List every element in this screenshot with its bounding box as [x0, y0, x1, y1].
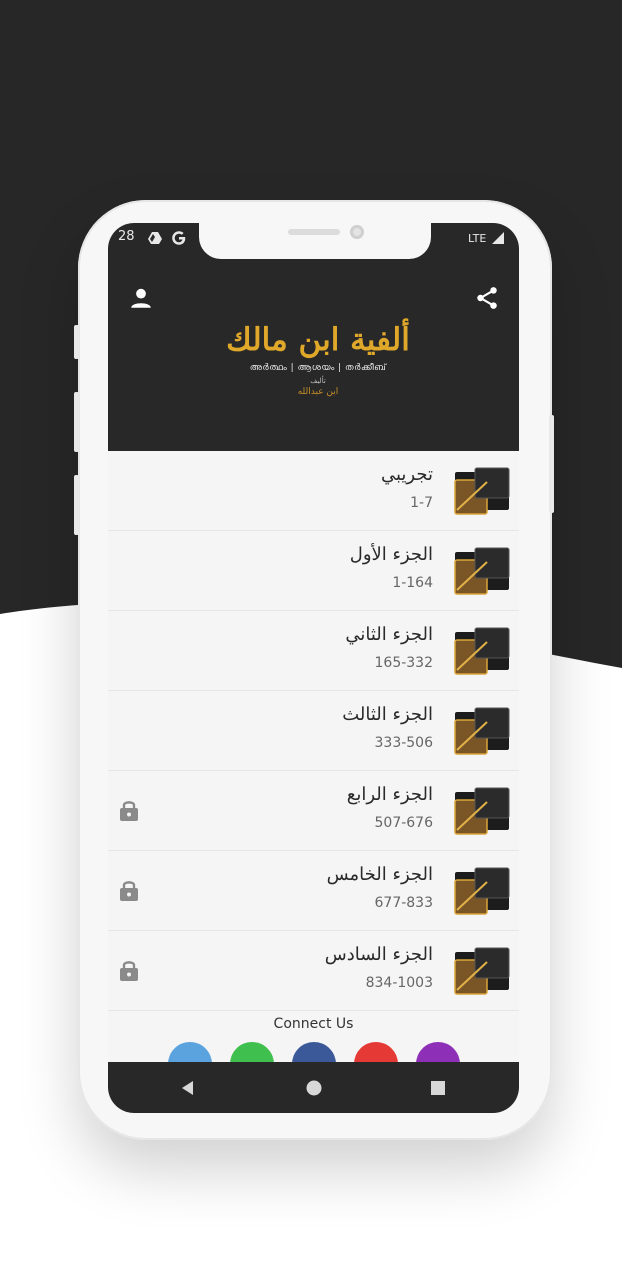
item-title: الجزء السادس — [324, 944, 433, 965]
item-title: تجريبي — [380, 464, 433, 485]
book-cover-image — [454, 707, 510, 755]
book-cover-image — [454, 467, 510, 515]
item-range: 1-164 — [392, 575, 433, 591]
list-item[interactable]: الجزء السادس 834-1003 — [108, 931, 519, 1011]
list-item[interactable]: الجزء الأول 1-164 — [108, 531, 519, 611]
item-range: 677-833 — [374, 895, 434, 911]
app-logo: ألفية ابن مالك അർത്ഥം | ആശയം | തർക്കീബ് … — [218, 321, 418, 421]
back-icon[interactable] — [176, 1076, 200, 1100]
item-title: الجزء الثاني — [345, 624, 433, 645]
phone-side-button — [74, 325, 79, 359]
logo-author: ابن عبدالله — [297, 387, 339, 397]
drive-icon — [148, 232, 162, 244]
item-title: الجزء الخامس — [326, 864, 433, 885]
network-label: LTE — [468, 232, 487, 245]
item-title: الجزء الثالث — [342, 704, 433, 725]
home-icon[interactable] — [302, 1076, 326, 1100]
status-time: 28 — [118, 229, 135, 244]
logo-subtitle: അർത്ഥം | ആശയം | തർക്കീബ് — [249, 363, 387, 373]
phone-speaker — [288, 229, 340, 235]
lock-icon — [120, 961, 138, 981]
item-range: 834-1003 — [365, 975, 433, 991]
item-title: الجزء الأول — [349, 544, 433, 565]
phone-side-button — [549, 415, 554, 513]
book-cover-image — [454, 547, 510, 595]
book-cover-image — [454, 627, 510, 675]
list-item[interactable]: الجزء الخامس 677-833 — [108, 851, 519, 931]
phone-camera — [350, 225, 364, 239]
item-range: 507-676 — [374, 815, 434, 831]
lock-icon — [120, 881, 138, 901]
item-title: الجزء الرابع — [346, 784, 433, 805]
signal-icon — [492, 232, 504, 244]
list-item[interactable]: الجزء الثاني 165-332 — [108, 611, 519, 691]
book-cover-image — [454, 947, 510, 995]
phone-side-button — [74, 475, 79, 535]
lock-icon — [120, 801, 138, 821]
recents-icon[interactable] — [426, 1076, 450, 1100]
share-icon[interactable] — [474, 285, 500, 311]
book-cover-image — [454, 867, 510, 915]
item-range: 333-506 — [374, 735, 434, 751]
google-icon — [172, 231, 186, 245]
item-range: 165-332 — [374, 655, 434, 671]
app-screen: 28 LTE ألفية ابن مالك അർത്ഥം | ആശയം | തർ… — [108, 223, 519, 1113]
list-item[interactable]: الجزء الثالث 333-506 — [108, 691, 519, 771]
logo-author-label: تأليف — [310, 377, 326, 385]
list-item[interactable]: تجريبي 1-7 — [108, 451, 519, 531]
item-range: 1-7 — [410, 495, 433, 511]
list-item[interactable]: الجزء الرابع 507-676 — [108, 771, 519, 851]
logo-title: ألفية ابن مالك — [226, 322, 410, 358]
person-icon[interactable] — [128, 285, 154, 311]
connect-label: Connect Us — [273, 1016, 354, 1032]
chapter-list: تجريبي 1-7 الجزء الأول 1-164 الجزء الثان… — [108, 451, 519, 1011]
book-cover-image — [454, 787, 510, 835]
system-nav-bar — [108, 1062, 519, 1113]
phone-side-button — [74, 392, 79, 452]
